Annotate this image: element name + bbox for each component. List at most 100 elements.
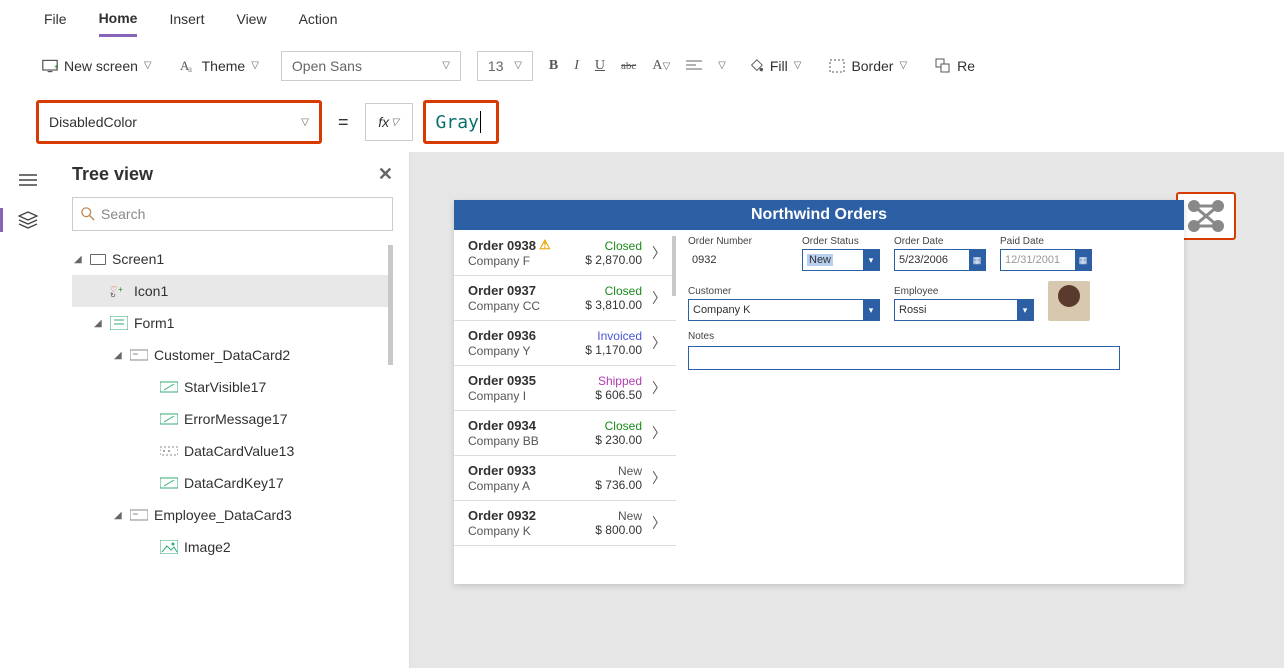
fx-button[interactable]: fx ▽ xyxy=(365,103,413,141)
paid-date-label: Paid Date xyxy=(1000,236,1092,247)
property-select[interactable]: DisabledColor ▽ xyxy=(36,100,322,144)
menubar: File Home Insert View Action xyxy=(0,0,1284,40)
tree-node-val[interactable]: DataCardValue13 xyxy=(72,435,393,467)
formula-input[interactable]: Gray xyxy=(423,100,499,144)
chevron-down-icon: ▽ xyxy=(301,117,309,128)
align-icon[interactable] xyxy=(686,58,702,74)
new-screen-label: New screen xyxy=(64,58,138,74)
hamburger-icon[interactable] xyxy=(18,170,38,190)
node-label: DataCardKey17 xyxy=(184,475,284,491)
tree-node-img[interactable]: Image2 xyxy=(72,531,393,563)
size-value: 13 xyxy=(488,58,504,74)
warning-icon: ⚠ xyxy=(539,237,551,253)
tree-node-screen1[interactable]: ◢ Screen1 xyxy=(72,243,393,275)
chevron-right-icon: 〉 xyxy=(652,468,666,488)
node-label: Icon1 xyxy=(134,283,168,299)
datacard-icon xyxy=(130,348,148,362)
node-label: DataCardValue13 xyxy=(184,443,294,459)
tree-node-star[interactable]: StarVisible17 xyxy=(72,371,393,403)
border-label: Border xyxy=(851,58,893,74)
label-icon xyxy=(160,476,178,490)
scrollbar[interactable] xyxy=(388,245,393,365)
node-label: Image2 xyxy=(184,539,231,555)
tree-node-icon1[interactable]: ♡+↻ Icon1 xyxy=(72,275,393,307)
canvas: Northwind Orders Order 0938⚠Company FClo… xyxy=(410,152,1284,668)
order-list[interactable]: Order 0938⚠Company FClosed$ 2,870.00〉Ord… xyxy=(454,230,676,584)
chevron-right-icon: 〉 xyxy=(652,333,666,353)
chevron-down-icon: ▽ xyxy=(794,60,802,71)
menu-home[interactable]: Home xyxy=(99,10,138,37)
search-icon xyxy=(81,207,95,221)
strike-button[interactable]: abc xyxy=(621,60,636,72)
fill-button[interactable]: Fill ▽ xyxy=(742,54,808,78)
order-date-field[interactable]: 5/23/2006▦ xyxy=(894,249,986,271)
layers-icon[interactable] xyxy=(18,210,38,230)
chevron-right-icon: 〉 xyxy=(652,378,666,398)
tree-view-panel: Tree view ✕ Search ◢ Screen1 ♡+↻ Icon1 ◢… xyxy=(56,152,410,668)
menu-action[interactable]: Action xyxy=(299,11,338,35)
combobox-icon xyxy=(160,444,178,458)
chevron-down-icon: ▽ xyxy=(251,60,259,71)
reorder-label: Re xyxy=(957,58,975,74)
employee-select[interactable]: Rossi▾ xyxy=(894,299,1034,321)
order-item[interactable]: Order 0932Company KNew$ 800.00〉 xyxy=(454,501,676,546)
screen-icon: + xyxy=(42,58,58,74)
tree-node-emp[interactable]: ◢ Employee_DataCard3 xyxy=(72,499,393,531)
order-item[interactable]: Order 0937Company CCClosed$ 3,810.00〉 xyxy=(454,276,676,321)
order-item[interactable]: Order 0933Company ANew$ 736.00〉 xyxy=(454,456,676,501)
search-placeholder: Search xyxy=(101,206,145,222)
font-select[interactable]: Open Sans ▽ xyxy=(281,51,461,81)
formula-bar: DisabledColor ▽ = fx ▽ Gray xyxy=(0,92,1284,152)
menu-insert[interactable]: Insert xyxy=(169,11,204,35)
order-item[interactable]: Order 0938⚠Company FClosed$ 2,870.00〉 xyxy=(454,230,676,276)
underline-button[interactable]: U xyxy=(595,58,605,74)
svg-text:+: + xyxy=(118,285,123,294)
font-style-group: B I U abc A▽ xyxy=(549,58,670,74)
chevron-down-icon: ▽ xyxy=(391,117,399,128)
notes-label: Notes xyxy=(688,331,1172,342)
new-screen-button[interactable]: + New screen ▽ xyxy=(36,54,158,78)
tree-node-err[interactable]: ErrorMessage17 xyxy=(72,403,393,435)
paid-date-field[interactable]: 12/31/2001▦ xyxy=(1000,249,1092,271)
datacard-icon xyxy=(130,508,148,522)
size-select[interactable]: 13 ▽ xyxy=(477,51,533,81)
order-item[interactable]: Order 0934Company BBClosed$ 230.00〉 xyxy=(454,411,676,456)
node-label: Customer_DataCard2 xyxy=(154,347,290,363)
tree-node-key[interactable]: DataCardKey17 xyxy=(72,467,393,499)
theme-button[interactable]: Aa Theme ▽ xyxy=(174,54,265,78)
fill-icon xyxy=(748,58,764,74)
chevron-down-icon: ▾ xyxy=(1017,299,1033,321)
image-icon xyxy=(160,540,178,554)
scrollbar[interactable] xyxy=(672,236,676,296)
chevron-right-icon: 〉 xyxy=(652,423,666,443)
tree-title: Tree view xyxy=(72,164,153,185)
left-rail xyxy=(0,152,56,668)
reorder-button[interactable]: Re xyxy=(929,54,981,78)
customer-label: Customer xyxy=(688,286,880,297)
svg-text:+: + xyxy=(54,62,58,71)
text-cursor xyxy=(480,111,481,133)
border-button[interactable]: Border ▽ xyxy=(823,54,913,78)
caret-icon: ◢ xyxy=(94,318,104,329)
bold-button[interactable]: B xyxy=(549,58,558,74)
chevron-down-icon: ▽ xyxy=(718,60,726,71)
order-item[interactable]: Order 0935Company IShipped$ 606.50〉 xyxy=(454,366,676,411)
selected-icon-badge[interactable] xyxy=(1176,192,1236,240)
tree-node-form1[interactable]: ◢ Form1 xyxy=(72,307,393,339)
search-input[interactable]: Search xyxy=(72,197,393,231)
tree-list: ◢ Screen1 ♡+↻ Icon1 ◢ Form1 ◢ Customer_D… xyxy=(72,243,393,668)
order-status-select[interactable]: New▾ xyxy=(802,249,880,271)
node-label: Form1 xyxy=(134,315,174,331)
customer-select[interactable]: Company K▾ xyxy=(688,299,880,321)
italic-button[interactable]: I xyxy=(574,58,579,74)
order-number-label: Order Number xyxy=(688,236,788,247)
close-icon[interactable]: ✕ xyxy=(378,164,393,185)
tree-node-cust[interactable]: ◢ Customer_DataCard2 xyxy=(72,339,393,371)
notes-input[interactable] xyxy=(688,346,1120,370)
order-item[interactable]: Order 0936Company YInvoiced$ 1,170.00〉 xyxy=(454,321,676,366)
caret-icon: ◢ xyxy=(114,350,124,361)
font-color-button[interactable]: A▽ xyxy=(652,58,670,74)
screen-icon xyxy=(90,254,106,265)
menu-view[interactable]: View xyxy=(236,11,266,35)
menu-file[interactable]: File xyxy=(44,11,67,35)
